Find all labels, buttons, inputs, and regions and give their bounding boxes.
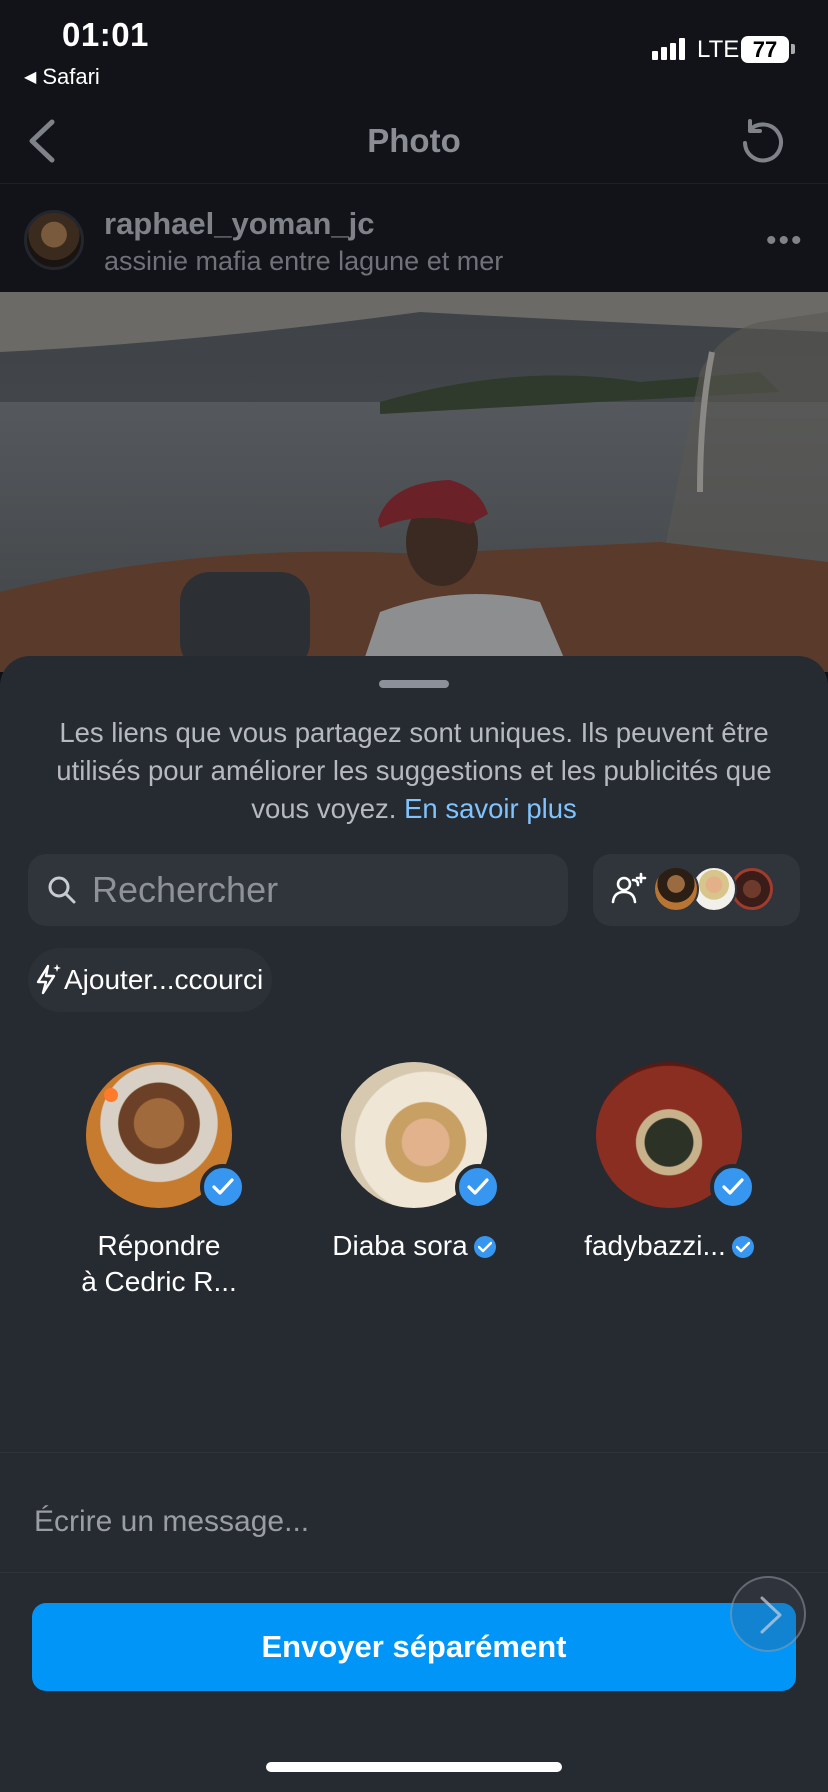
activity-status-dot [104, 1088, 118, 1102]
search-icon [48, 876, 76, 904]
app-header: Photo [0, 100, 828, 184]
selected-check-icon [455, 1164, 501, 1210]
contact-name: Répondre à Cedric R... [49, 1228, 269, 1300]
add-shortcut-label: Ajouter...ccourci [64, 964, 264, 995]
divider [0, 1572, 828, 1573]
network-label: LTE [697, 36, 740, 63]
selected-check-icon [200, 1164, 246, 1210]
contact-avatar [596, 1062, 756, 1210]
back-triangle-icon: ◀ [24, 69, 37, 86]
sheet-grabber[interactable] [379, 680, 449, 688]
post-username[interactable]: raphael_yoman_jc [104, 206, 375, 242]
post-location[interactable]: assinie mafia entre lagune et mer [104, 246, 503, 277]
learn-more-link[interactable]: En savoir plus [404, 793, 577, 824]
signal-icon [652, 38, 685, 60]
contact-item[interactable]: fadybazzi... [559, 1062, 779, 1264]
photo-scene [0, 292, 828, 672]
selected-check-icon [710, 1164, 756, 1210]
refresh-icon[interactable] [738, 116, 788, 166]
contact-name-text: Diaba sora [332, 1230, 468, 1261]
chevron-right-icon [760, 1596, 782, 1634]
group-avatar-1 [653, 866, 699, 912]
verified-badge-icon [473, 1236, 496, 1258]
add-shortcut-chip[interactable]: Ajouter...ccourci [28, 948, 272, 1012]
divider [0, 1452, 828, 1453]
contact-avatar [86, 1062, 246, 1210]
contact-name-text: fadybazzi... [584, 1230, 726, 1261]
post-photo [0, 292, 828, 672]
status-bar: 01:01 ◀ Safari LTE 77 [0, 0, 828, 100]
contact-avatar [341, 1062, 501, 1210]
share-disclaimer: Les liens que vous partagez sont uniques… [40, 714, 788, 828]
more-options-icon[interactable]: ••• [766, 224, 804, 258]
battery-icon: 77 [741, 36, 789, 63]
post-header: raphael_yoman_jc assinie mafia entre lag… [0, 184, 828, 292]
contact-name-line2: à Cedric R... [81, 1266, 237, 1297]
floating-next-button[interactable] [730, 1576, 806, 1652]
contact-item[interactable]: Diaba sora [304, 1062, 524, 1264]
contact-name: Diaba sora [304, 1228, 524, 1264]
add-people-icon [611, 872, 647, 904]
create-group-button[interactable] [593, 854, 800, 926]
battery-nub [791, 44, 795, 54]
contact-name: fadybazzi... [559, 1228, 779, 1264]
contact-item[interactable]: Répondre à Cedric R... [49, 1062, 269, 1300]
home-indicator[interactable] [266, 1762, 562, 1772]
sparkle-bolt-icon [36, 964, 61, 995]
back-app-label: Safari [42, 64, 100, 89]
status-time: 01:01 [62, 16, 149, 53]
verified-badge-icon [731, 1236, 754, 1258]
post-author-avatar[interactable] [24, 210, 84, 270]
contact-name-line1: Répondre [97, 1230, 221, 1261]
message-input[interactable] [34, 1494, 734, 1550]
search-bar[interactable] [28, 854, 568, 926]
back-to-app-link[interactable]: ◀ Safari [24, 64, 100, 90]
page-title: Photo [367, 122, 461, 159]
share-sheet: Les liens que vous partagez sont uniques… [0, 656, 828, 1792]
search-input[interactable] [92, 854, 552, 926]
send-separately-button[interactable]: Envoyer séparément [32, 1603, 796, 1691]
